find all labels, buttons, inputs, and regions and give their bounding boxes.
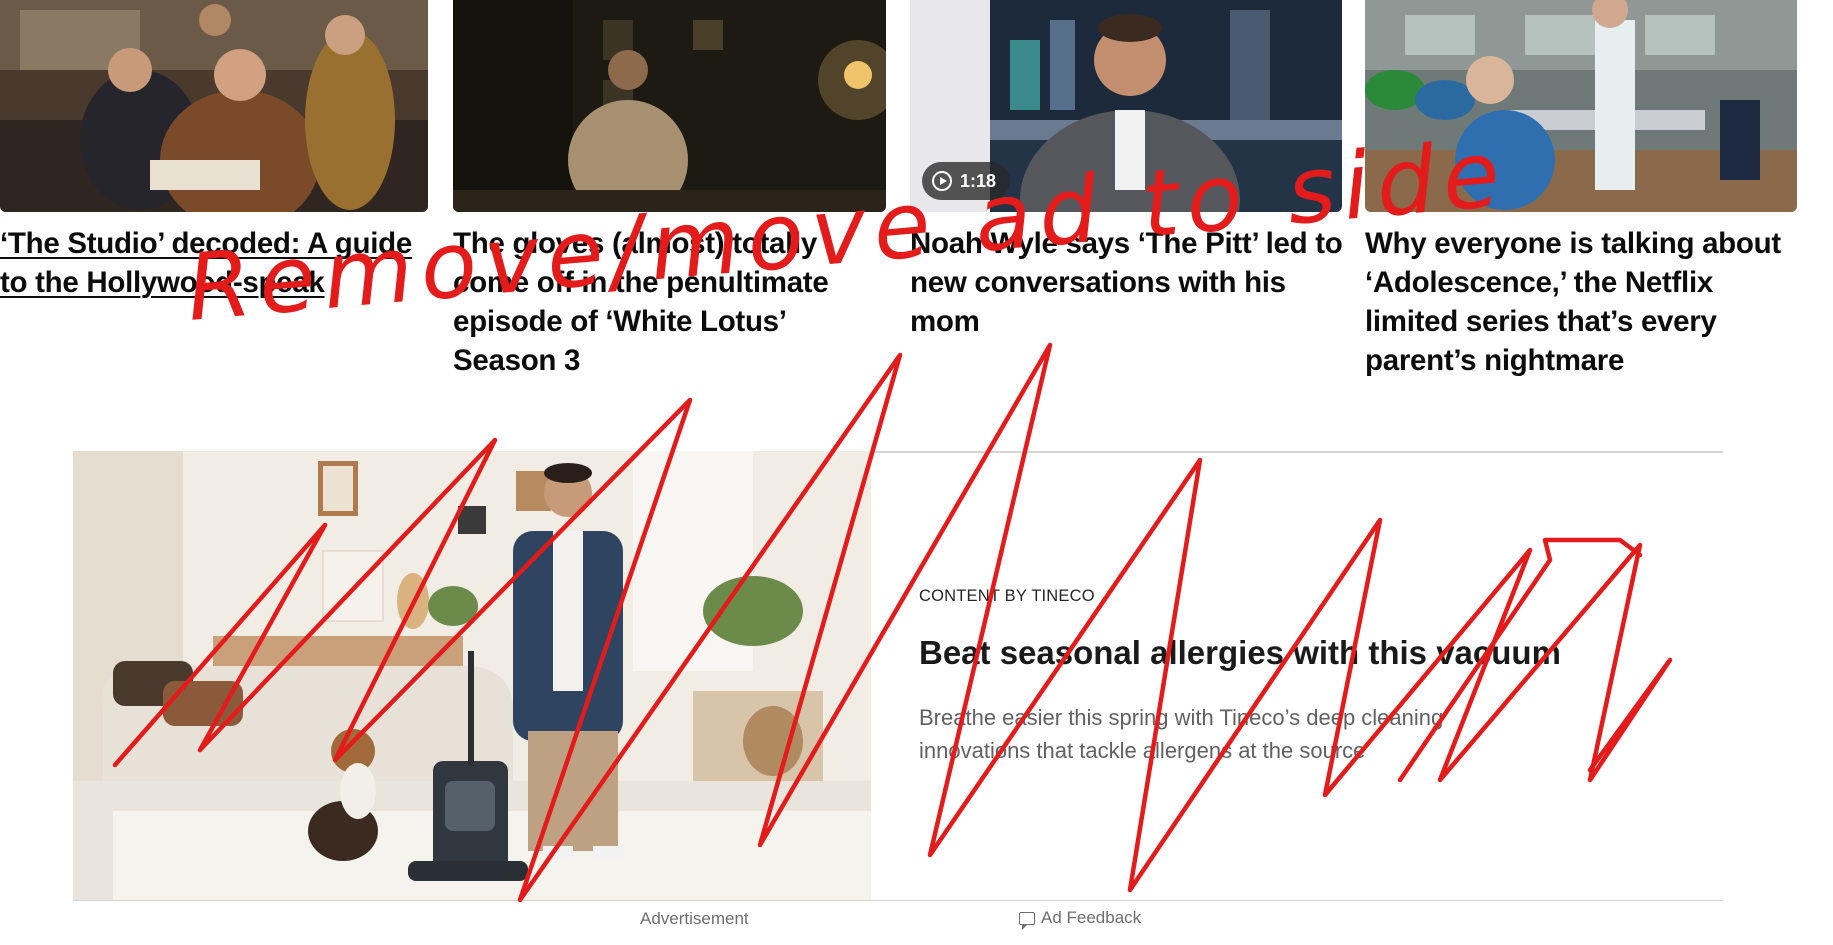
speech-bubble-icon	[1019, 911, 1035, 930]
story-thumbnail[interactable]	[453, 0, 886, 212]
ad-bottom-divider	[73, 900, 1723, 901]
story-headline[interactable]: Why everyone is talking about ‘Adolescen…	[1365, 224, 1805, 380]
ad-feedback-link[interactable]: Ad Feedback	[1019, 908, 1142, 930]
story-card-the-studio[interactable]: ‘The Studio’ decoded: A guide to the Hol…	[0, 0, 428, 299]
dark-room-scene-image	[453, 0, 886, 212]
ad-divider	[871, 451, 1723, 453]
ad-image-vacuum[interactable]	[73, 451, 871, 901]
ad-title[interactable]: Beat seasonal allergies with this vacuum	[919, 634, 1561, 672]
ad-feedback-label: Ad Feedback	[1041, 908, 1142, 927]
story-thumbnail[interactable]	[1365, 0, 1797, 212]
sponsored-content-ad[interactable]: CONTENT BY TINECO Beat seasonal allergie…	[73, 451, 1723, 901]
story-card-the-pitt[interactable]: 1:18 Noah Wyle says ‘The Pitt’ led to ne…	[910, 0, 1343, 338]
ad-description[interactable]: Breathe easier this spring with Tineco’s…	[919, 701, 1539, 767]
story-headline[interactable]: Noah Wyle says ‘The Pitt’ led to new con…	[910, 224, 1350, 341]
advertisement-label: Advertisement	[640, 909, 749, 928]
video-duration-badge[interactable]: 1:18	[922, 162, 1011, 200]
living-room-scene-image	[73, 451, 871, 901]
story-headline[interactable]: The gloves (almost) totally come off in …	[453, 224, 883, 380]
story-card-white-lotus[interactable]: The gloves (almost) totally come off in …	[453, 0, 886, 377]
story-video-thumbnail[interactable]: 1:18	[910, 0, 1342, 212]
story-headline[interactable]: ‘The Studio’ decoded: A guide to the Hol…	[0, 224, 430, 302]
classroom-scene-image	[1365, 0, 1797, 212]
story-card-adolescence[interactable]: Why everyone is talking about ‘Adolescen…	[1365, 0, 1797, 377]
play-icon	[932, 171, 952, 191]
story-thumbnail[interactable]	[0, 0, 428, 212]
office-scene-image	[0, 0, 428, 212]
ad-sponsor-kicker: CONTENT BY TINECO	[919, 587, 1095, 605]
